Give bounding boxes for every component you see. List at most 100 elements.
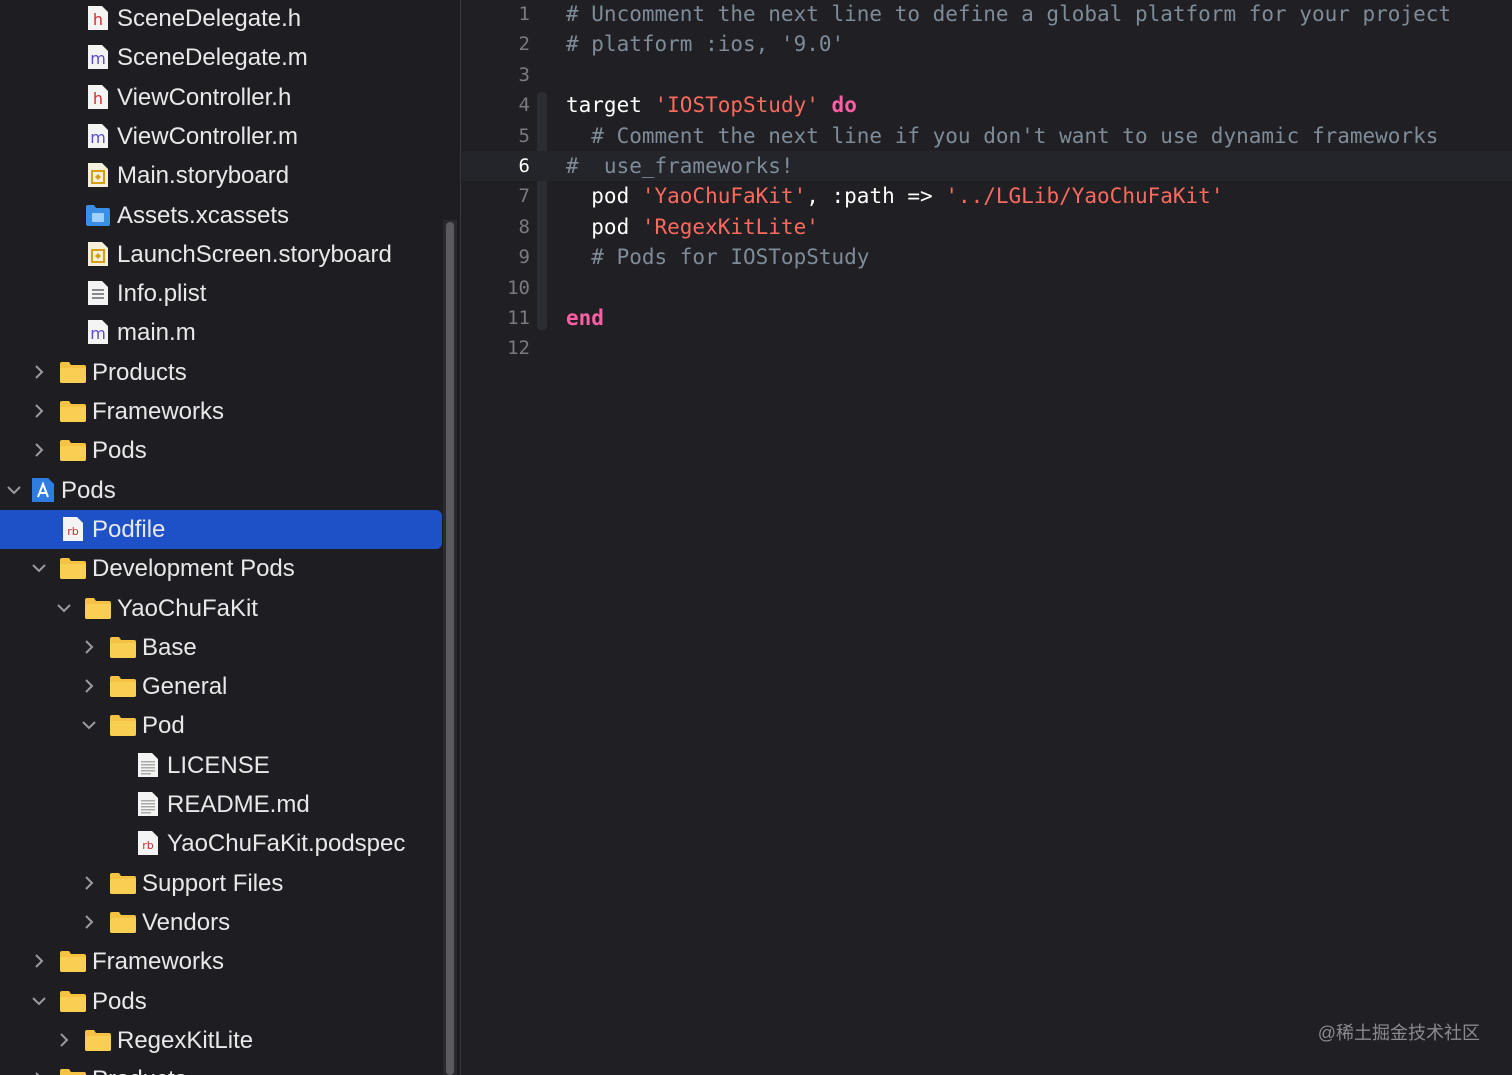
line-number: 11 [507,307,530,329]
navigator-item-viewcontroller-m[interactable]: m ViewController.m [0,117,442,156]
code-text: target 'IOSTopStudy' do [566,90,857,120]
svg-text:h: h [93,10,103,29]
code-line[interactable]: 5 # Comment the next line if you don't w… [462,121,1512,151]
code-editor[interactable]: 1 # Uncomment the next line to define a g… [462,0,1512,1075]
navigator-item-yaochufakit-podspec[interactable]: rb YaoChuFaKit.podspec [0,824,442,863]
navigator-item-label: ViewController.h [117,83,292,111]
navigator-item-info-plist[interactable]: Info.plist [0,274,442,313]
code-line[interactable]: 3 [462,60,1512,90]
watermark: @稀土掘金技术社区 [1317,1023,1480,1043]
navigator-item-label: Support Files [142,869,284,897]
code-token-keyword: end [566,306,604,330]
navigator-item-label: Vendors [142,908,231,936]
code-token-comment: # Uncomment the next line to define a gl… [566,2,1452,26]
disclosure-collapsed-icon[interactable] [30,441,48,459]
storyboard-file-icon [84,240,112,268]
disclosure-collapsed-icon[interactable] [80,677,98,695]
navigator-item-support-files[interactable]: Support Files [0,864,442,903]
header-file-icon: h [84,4,112,32]
navigator-item-development-pods[interactable]: Development Pods [0,549,442,588]
code-text: pod 'RegexKitLite' [566,212,819,242]
navigator-item-label: SceneDelegate.h [117,5,302,32]
disclosure-collapsed-icon[interactable] [80,913,98,931]
code-line[interactable]: 12 [462,333,1512,363]
navigator-item-vendors[interactable]: Vendors [0,903,442,942]
disclosure-collapsed-icon[interactable] [30,952,48,970]
code-line[interactable]: 4 target 'IOSTopStudy' do [462,90,1512,120]
navigator-item-pod[interactable]: Pod [0,706,442,745]
line-number: 5 [518,124,530,147]
code-token-comment: # Comment the next line if you don't wan… [566,123,1439,148]
code-line[interactable]: 9 # Pods for IOSTopStudy [462,242,1512,272]
code-line[interactable]: 2 # platform :ios, '9.0' [462,29,1512,59]
svg-text:h: h [93,89,103,108]
code-line[interactable]: 10 [462,273,1512,303]
disclosure-expanded-icon[interactable] [30,992,48,1010]
navigator-item-label: LICENSE [167,751,270,779]
disclosure-expanded-icon[interactable] [30,559,48,577]
navigator-item-frameworks[interactable]: Frameworks [0,392,442,431]
navigator-item-general[interactable]: General [0,667,442,706]
navigator-item-pods[interactable]: Pods [0,431,442,470]
navigator-item-label: Products [92,358,187,386]
code-token-string: 'IOSTopStudy' [654,93,819,118]
disclosure-collapsed-icon[interactable] [30,402,48,420]
navigator-item-pods[interactable]: Pods [0,471,442,510]
line-number: 6 [518,155,530,177]
code-line[interactable]: 7 pod 'YaoChuFaKit', :path => '../LGLib/… [462,181,1512,211]
navigator-item-label: ViewController.m [117,122,298,150]
disclosure-collapsed-icon[interactable] [30,363,48,381]
navigator-item-license[interactable]: LICENSE [0,746,442,785]
folder-icon [109,672,137,700]
navigator-item-products[interactable]: Products [0,353,442,392]
line-number: 10 [507,276,530,299]
code-line[interactable]: 1 # Uncomment the next line to define a g… [462,0,1512,29]
folder-icon [109,711,137,739]
navigator-item-products[interactable]: Products [0,1060,442,1075]
project-navigator: h SceneDelegate.h m SceneDelegate.m h ViewCon… [0,0,461,1075]
navigator-item-base[interactable]: Base [0,628,442,667]
folder-icon [59,397,87,425]
navigator-item-label: Development Pods [92,555,295,583]
code-text: # use_frameworks! [566,151,794,181]
disclosure-expanded-icon[interactable] [80,716,98,734]
disclosure-collapsed-icon[interactable] [30,1070,48,1075]
line-number: 7 [518,185,530,208]
code-token-comment: # use_frameworks! [566,154,794,178]
code-token-string: 'YaoChuFaKit' [641,184,807,209]
line-number: 2 [518,33,530,56]
code-text: # Uncomment the next line to define a gl… [566,0,1451,29]
asset-catalog-icon [84,201,112,229]
navigator-item-regexkitlite[interactable]: RegexKitLite [0,1021,442,1060]
navigator-scrollbar-thumb[interactable] [446,222,454,1075]
navigator-item-main-storyboard[interactable]: Main.storyboard [0,156,442,195]
navigator-item-main-m[interactable]: m main.m [0,313,442,352]
disclosure-expanded-icon[interactable] [55,599,73,617]
navigator-item-yaochufakit[interactable]: YaoChuFaKit [0,589,442,628]
folder-icon [109,633,137,661]
navigator-item-readme-md[interactable]: README.md [0,785,442,824]
navigator-item-pods[interactable]: Pods [0,982,442,1021]
svg-text:m: m [90,128,106,147]
navigator-item-label: YaoChuFaKit [117,594,258,622]
code-token-comment: # platform :ios, '9.0' [566,32,845,57]
disclosure-expanded-icon[interactable] [5,481,23,499]
disclosure-collapsed-icon[interactable] [80,874,98,892]
line-number: 4 [518,94,530,117]
navigator-item-scenedelegate-m[interactable]: m SceneDelegate.m [0,38,442,77]
navigator-item-podfile[interactable]: rb Podfile [0,509,442,549]
disclosure-collapsed-icon[interactable] [55,1031,73,1049]
disclosure-collapsed-icon[interactable] [80,638,98,656]
plist-file-icon [84,279,112,307]
navigator-item-launchscreen-storyboard[interactable]: LaunchScreen.storyboard [0,235,442,274]
navigator-item-frameworks[interactable]: Frameworks [0,942,442,981]
code-line[interactable]: 11 end [462,303,1512,333]
navigator-item-scenedelegate-h[interactable]: h SceneDelegate.h [0,0,442,38]
svg-text:rb: rb [67,525,79,538]
svg-text:rb: rb [142,839,154,852]
code-line[interactable]: 6 # use_frameworks! [462,151,1512,181]
navigator-item-viewcontroller-h[interactable]: h ViewController.h [0,78,442,117]
code-line[interactable]: 8 pod 'RegexKitLite' [462,212,1512,242]
navigator-item-assets-xcassets[interactable]: Assets.xcassets [0,196,442,235]
navigator-item-label: Pod [142,712,185,740]
